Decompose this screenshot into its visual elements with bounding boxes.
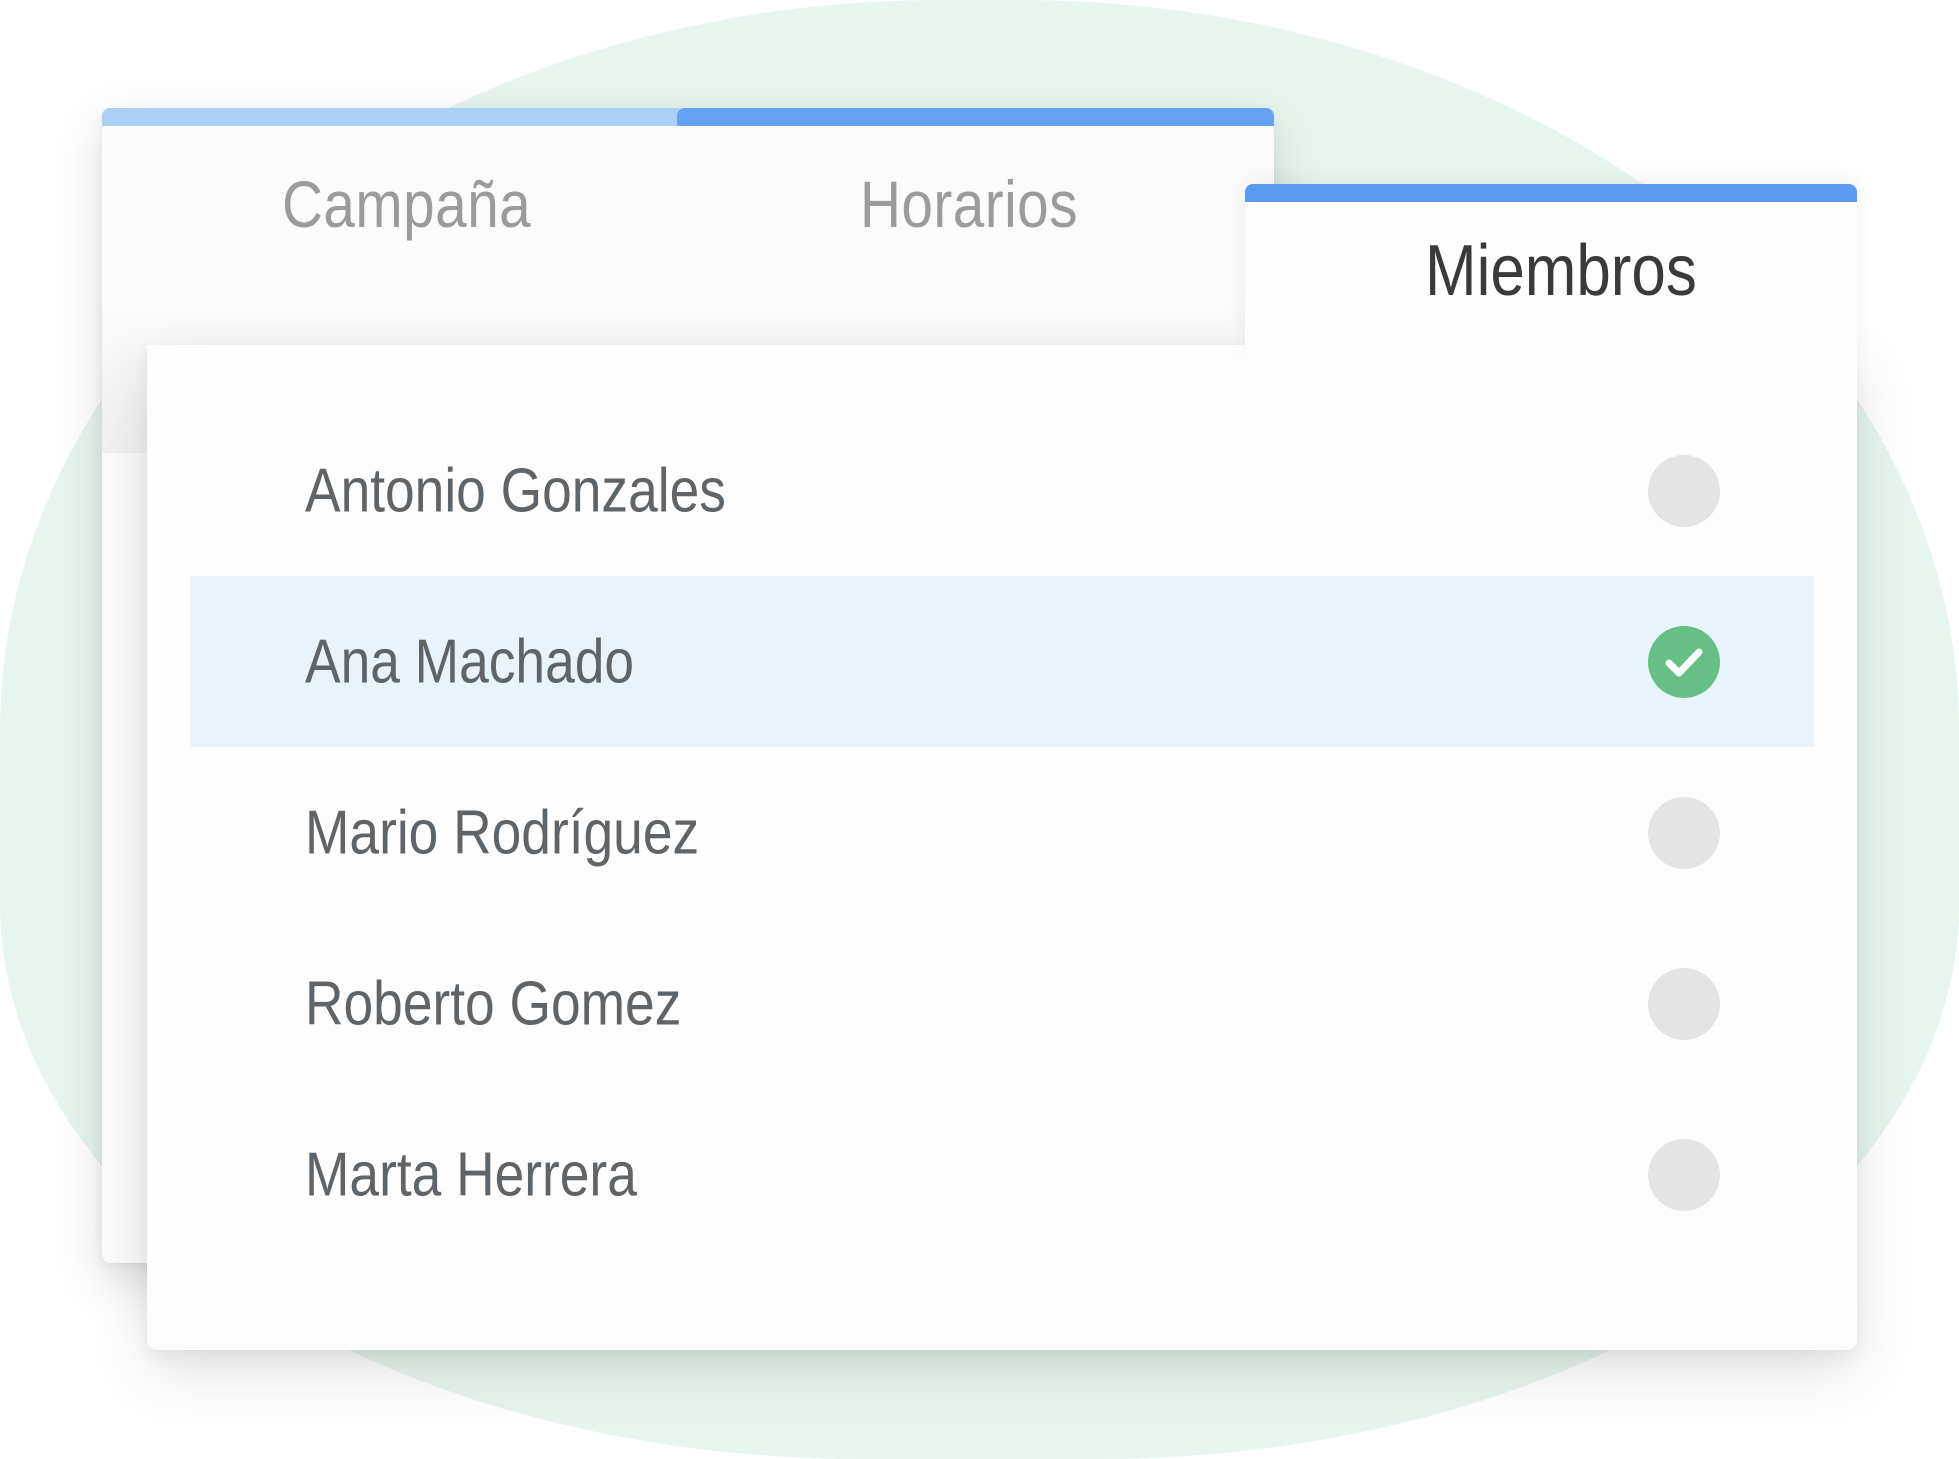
member-name: Roberto Gomez: [305, 969, 682, 1038]
members-list: Antonio Gonzales Ana Machado Mario Rodrí…: [190, 405, 1814, 1260]
tab-campana-indicator: [102, 108, 692, 126]
member-row[interactable]: Mario Rodríguez: [190, 747, 1814, 918]
check-circle-icon[interactable]: [1648, 625, 1720, 698]
tab-horarios-indicator: [677, 108, 1274, 126]
unchecked-circle-icon[interactable]: [1648, 1138, 1720, 1211]
unchecked-circle-icon[interactable]: [1648, 796, 1720, 869]
checkmark-icon: [1665, 648, 1703, 676]
tab-miembros-label: Miembros: [1425, 231, 1697, 311]
member-row[interactable]: Antonio Gonzales: [190, 405, 1814, 576]
tab-horarios[interactable]: Horarios: [860, 166, 1078, 242]
unchecked-circle-icon[interactable]: [1648, 454, 1720, 527]
tab-miembros-indicator: [1245, 184, 1857, 202]
member-name: Antonio Gonzales: [305, 456, 726, 525]
member-name: Marta Herrera: [305, 1140, 637, 1209]
member-row[interactable]: Ana Machado: [190, 576, 1814, 747]
tab-miembros-connector: [1245, 330, 1857, 370]
tab-campana[interactable]: Campaña: [282, 166, 531, 242]
unchecked-circle-icon[interactable]: [1648, 967, 1720, 1040]
member-row[interactable]: Roberto Gomez: [190, 918, 1814, 1089]
member-name: Ana Machado: [305, 627, 635, 696]
tab-miembros[interactable]: Miembros: [1245, 184, 1857, 354]
member-name: Mario Rodríguez: [305, 798, 700, 867]
member-row[interactable]: Marta Herrera: [190, 1089, 1814, 1260]
members-panel-top: [147, 345, 1247, 375]
